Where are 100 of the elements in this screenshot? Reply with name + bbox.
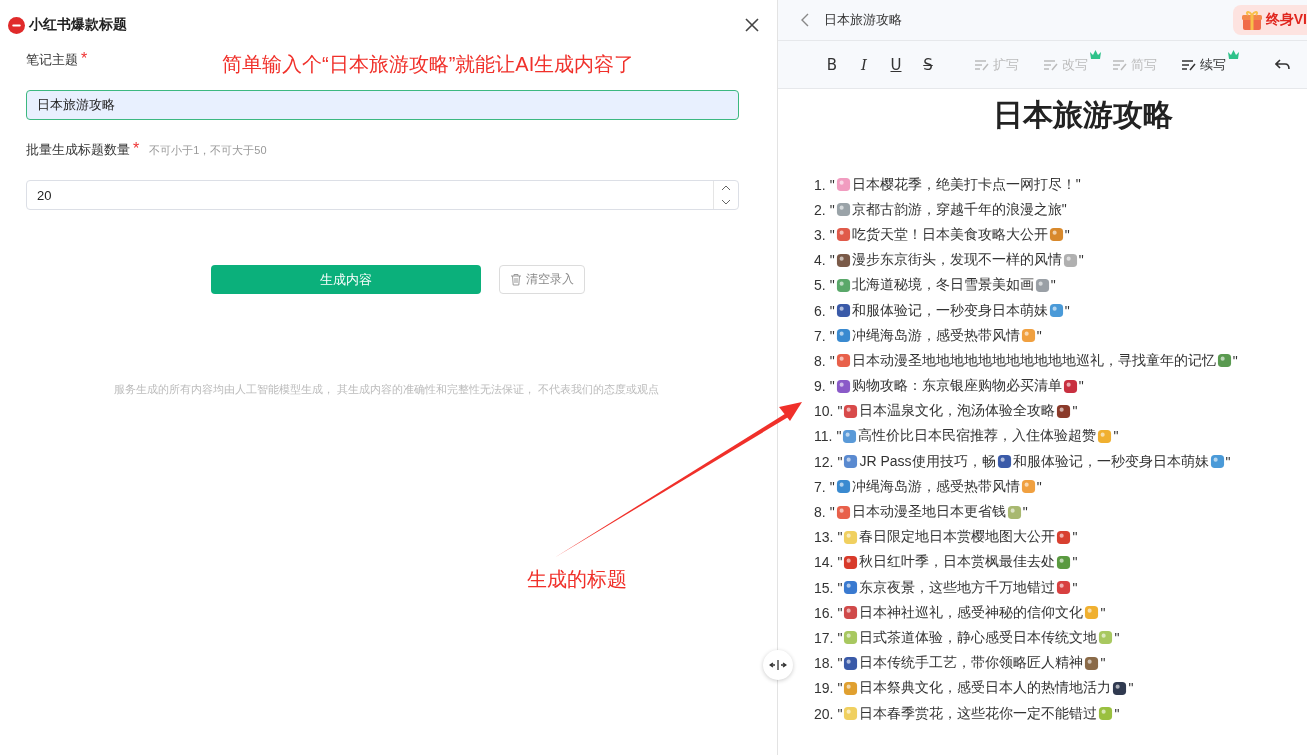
format-button[interactable]: S (912, 50, 944, 79)
field-hint: 不可小于1，不可大于50 (149, 143, 267, 158)
title-text: " (1128, 680, 1134, 697)
title-text: " (1072, 529, 1078, 546)
title-text: " (837, 529, 843, 546)
title-text: " (837, 705, 843, 722)
ai-tool-button[interactable]: 续写 (1181, 50, 1236, 79)
title-text: " (837, 453, 843, 470)
title-text: " (829, 201, 835, 218)
list-number: 17. (814, 629, 834, 646)
title-text: " (829, 378, 835, 395)
title-text: " (837, 604, 843, 621)
title-text: 春日限定地日本赏樱地图大公开 (859, 528, 1056, 547)
title-text: 购物攻略：东京银座购物必买清单 (851, 377, 1062, 396)
vip-button[interactable]: 终身VI (1232, 5, 1307, 35)
title-text: " (829, 176, 835, 193)
title-text: " (1072, 554, 1078, 571)
format-button[interactable]: U (880, 50, 912, 79)
document-heading: 日本旅游攻略 (991, 97, 1174, 133)
list-number: 12. (814, 453, 834, 470)
input-field[interactable]: 日本旅游攻略 (26, 90, 739, 120)
title-text: JR Pass使用技巧，畅 (859, 452, 996, 471)
clear-button[interactable]: 清空录入 (498, 265, 585, 294)
list-number: 14. (814, 554, 834, 571)
list-number: 4. (814, 252, 826, 269)
field-label: 笔记主题 (26, 51, 78, 69)
title-text: 日本春季赏花，这些花你一定不能错过 (859, 704, 1098, 723)
list-number: 3. (814, 226, 826, 243)
number-field[interactable]: 20 (26, 180, 739, 210)
title-text: " (829, 352, 835, 369)
gift-icon (1240, 9, 1263, 31)
title-text: 日本祭典文化，感受日本人的热情地活力 (859, 679, 1112, 698)
close-icon[interactable] (745, 18, 759, 32)
title-text: 秋日红叶季，日本赏枫最佳去处 (859, 553, 1056, 572)
list-number: 7. (814, 327, 826, 344)
title-text: 高性价比日本民宿推荐，入住体验超赞 (858, 427, 1097, 446)
list-number: 10. (814, 403, 834, 420)
title-text: " (1064, 302, 1070, 319)
title-text: 东京夜景，这些地方千万地错过 (859, 578, 1056, 597)
list-number: 1. (814, 176, 826, 193)
resize-handle[interactable] (763, 650, 793, 680)
title-text: " (1022, 504, 1028, 521)
field-label: 批量生成标题数量 (26, 141, 130, 159)
title-text: " (837, 554, 843, 571)
title-text: 日本温泉文化，泡汤体验全攻略 (859, 402, 1056, 421)
list-number: 11. (814, 428, 833, 445)
title-text: " (1114, 629, 1120, 646)
list-number: 20. (814, 705, 834, 722)
panel-title: 小红书爆款标题 (29, 16, 128, 34)
title-text: " (1036, 478, 1042, 495)
title-text: 北海道秘境，冬日雪景美如画 (851, 276, 1034, 295)
title-text: 冲绳海岛游，感受热带风情 (851, 326, 1020, 345)
pen-lines-icon (974, 57, 990, 72)
title-text: " (829, 478, 835, 495)
title-text: " (829, 504, 835, 521)
title-text: " (829, 327, 835, 344)
title-text: " (1232, 352, 1238, 369)
title-text: " (1100, 604, 1106, 621)
undo-icon[interactable] (1275, 58, 1291, 71)
title-text: " (829, 252, 835, 269)
title-text: " (829, 277, 835, 294)
logo-icon (8, 16, 25, 34)
list-number: 9. (814, 378, 826, 395)
list-number: 8. (814, 504, 826, 521)
title-text: " (837, 655, 843, 672)
document-title: 日本旅游攻略 (824, 11, 903, 29)
title-text: " (829, 302, 835, 319)
title-text: " (1072, 579, 1078, 596)
annotation-text: 生成的标题 (527, 567, 627, 592)
title-text: 和服体验记，一秒变身日本萌妹 (851, 301, 1048, 320)
title-text: " (1078, 378, 1084, 395)
title-text: 吃货天堂！日本美食攻略大公开 (851, 225, 1048, 244)
title-text: 日本动漫圣地地地地地地地地地地地巡礼，寻找童年的记忆 (851, 351, 1216, 370)
title-text: " (837, 680, 843, 697)
list-number: 2. (814, 201, 826, 218)
list-number: 6. (814, 302, 826, 319)
format-button[interactable]: B (816, 50, 848, 79)
title-text: 日式茶道体验，静心感受日本传统文地 (859, 628, 1098, 647)
title-text: 京都古韵游，穿越千年的浪漫之旅" (851, 200, 1067, 219)
back-icon[interactable] (800, 12, 810, 28)
title-text: " (1036, 327, 1042, 344)
title-text: " (1078, 252, 1084, 269)
title-text: " (837, 579, 843, 596)
pen-lines-icon (1181, 57, 1197, 72)
title-text: " (1064, 226, 1070, 243)
title-text: " (1225, 453, 1231, 470)
title-text: 和服体验记，一秒变身日本萌妹 (1012, 452, 1209, 471)
required-mark: * (133, 140, 140, 158)
title-text: 漫步东京街头，发现不一样的风情 (851, 251, 1062, 270)
title-text: " (829, 226, 835, 243)
title-text: " (1114, 705, 1120, 722)
format-button[interactable]: I (848, 50, 880, 79)
required-mark: * (81, 50, 88, 68)
list-number: 19. (814, 680, 834, 697)
list-number: 7. (814, 478, 826, 495)
title-text: 日本樱花季，绝美打卡点一网打尽！" (851, 175, 1081, 194)
title-text: 日本神社巡礼，感受神秘的信仰文化 (859, 603, 1084, 622)
title-text: " (1113, 428, 1119, 445)
list-number: 5. (814, 277, 826, 294)
list-number: 13. (814, 529, 834, 546)
